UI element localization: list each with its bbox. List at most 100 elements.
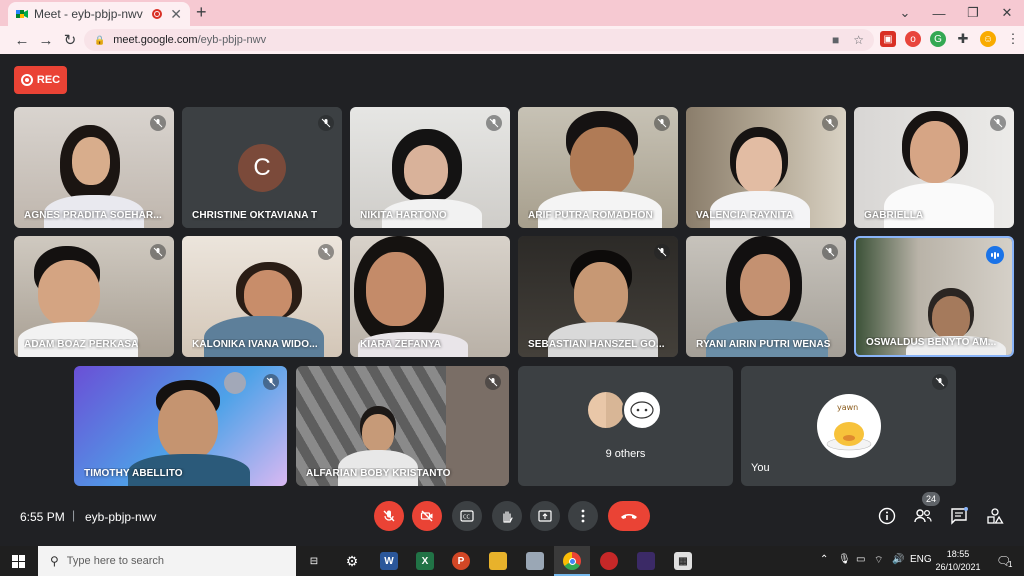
participant-count-badge: 24	[922, 492, 940, 506]
avatar: yawn	[817, 394, 881, 458]
svg-text:CC: CC	[463, 515, 470, 521]
screen-recorder-app-icon[interactable]	[600, 552, 618, 570]
powerpoint-app-icon[interactable]: P	[452, 552, 470, 570]
new-tab-button[interactable]: +	[196, 2, 207, 23]
participant-tile[interactable]: C CHRISTINE OKTAVIANA T	[182, 107, 342, 228]
participant-name: VALENCIA RAYNITA	[696, 210, 794, 221]
more-options-button[interactable]	[568, 501, 598, 531]
camera-toggle-button[interactable]	[412, 501, 442, 531]
taskbar-clock[interactable]: 18:55 26/10/2021	[928, 548, 988, 574]
activities-button[interactable]	[985, 506, 1005, 526]
leave-call-button[interactable]	[608, 501, 650, 531]
extension-grammarly-icon[interactable]: G	[930, 31, 946, 47]
meet-control-bar: 6:55 PM | eyb-pbjp-nwv CC 24	[0, 492, 1024, 544]
participant-tile[interactable]: GABRIELLA	[854, 107, 1014, 228]
meeting-details-button[interactable]	[877, 506, 897, 526]
avatar	[622, 390, 662, 430]
mic-off-icon	[990, 115, 1006, 131]
word-app-icon[interactable]: W	[380, 552, 398, 570]
participant-tile[interactable]: ARIF PUTRA ROMADHON	[518, 107, 678, 228]
participant-tile[interactable]: NIKITA HARTONO	[350, 107, 510, 228]
windows-start-icon[interactable]	[12, 555, 25, 568]
gudetama-icon: yawn	[826, 403, 872, 451]
captions-button[interactable]: CC	[452, 501, 482, 531]
others-tile[interactable]: 9 others	[518, 366, 733, 486]
reload-button[interactable]: ↻	[58, 31, 82, 49]
browser-tab-strip: Meet - eyb-pbjp-nwv ✕ + ⌄ — ❐ ✕	[0, 0, 1024, 26]
participant-name: ARIF PUTRA ROMADHON	[528, 210, 653, 221]
present-icon	[538, 510, 552, 522]
tab-search-icon[interactable]: ⌄	[888, 5, 922, 21]
captions-icon: CC	[460, 510, 474, 522]
media-app-icon[interactable]	[637, 552, 655, 570]
mic-off-icon	[654, 244, 670, 260]
participant-tile[interactable]: VALENCIA RAYNITA	[686, 107, 846, 228]
forward-button[interactable]: →	[34, 32, 58, 49]
participant-tile[interactable]: AGNES PRADITA SOEHAR...	[14, 107, 174, 228]
info-icon	[878, 507, 896, 525]
participant-tile[interactable]: ADAM BOAZ PERKASA	[14, 236, 174, 357]
task-view-icon[interactable]: ⊟	[305, 552, 323, 570]
microphone-tray-icon[interactable]: 🎙	[838, 554, 851, 565]
meet-favicon-icon	[16, 10, 28, 18]
raise-hand-button[interactable]	[492, 501, 522, 531]
tab-title: Meet - eyb-pbjp-nwv	[34, 7, 143, 21]
file-explorer-icon[interactable]	[489, 552, 507, 570]
participant-tile-active-speaker[interactable]: OSWALDUS BENYTO AM...	[854, 236, 1014, 357]
participant-tile[interactable]: KIARA ZEFANYA	[350, 236, 510, 357]
speaking-indicator-icon	[986, 246, 1004, 264]
separator: |	[72, 508, 76, 522]
battery-icon[interactable]: ▭	[856, 554, 865, 565]
participant-tile[interactable]: ALFARIAN BOBY KRISTANTO	[296, 366, 509, 486]
mic-off-icon	[263, 374, 279, 390]
mic-off-icon	[822, 244, 838, 260]
mic-off-icon	[822, 115, 838, 131]
volume-icon[interactable]: 🔊	[892, 554, 904, 565]
others-count-label: 9 others	[605, 448, 646, 460]
minimize-button[interactable]: —	[922, 6, 956, 21]
microphone-toggle-button[interactable]	[374, 501, 404, 531]
mic-off-icon	[318, 244, 334, 260]
present-screen-button[interactable]	[530, 501, 560, 531]
extension-opera-icon[interactable]: o	[905, 31, 921, 47]
chrome-menu-icon[interactable]: ⋮	[1005, 31, 1021, 47]
search-icon: ⚲	[50, 554, 59, 568]
profile-avatar[interactable]: ☺	[980, 31, 996, 47]
meeting-code: eyb-pbjp-nwv	[85, 510, 157, 524]
mic-off-icon	[932, 374, 948, 390]
close-tab-icon[interactable]: ✕	[170, 6, 182, 23]
chat-button[interactable]	[949, 506, 969, 526]
people-button[interactable]	[913, 506, 933, 526]
meeting-time: 6:55 PM	[20, 510, 65, 524]
extension-red-icon[interactable]: ▣	[880, 31, 896, 47]
browser-tab[interactable]: Meet - eyb-pbjp-nwv ✕	[8, 2, 190, 26]
app-icon[interactable]: ▦	[674, 552, 692, 570]
bookmark-star-icon[interactable]: ☆	[853, 33, 864, 47]
url-path: /eyb-pbjp-nwv	[197, 34, 267, 46]
photos-app-icon[interactable]	[526, 552, 544, 570]
windows-taskbar: ⚲ Type here to search ⊟ ⚙ W X P ▦ ⌃ 🎙 ▭ …	[0, 546, 1024, 576]
participant-tile[interactable]: SEBASTIAN HANSZEL GO...	[518, 236, 678, 357]
chrome-app-icon[interactable]	[563, 552, 581, 570]
wifi-icon[interactable]: ⌔	[874, 554, 883, 567]
notification-count: 1	[1008, 560, 1013, 569]
participant-tile[interactable]: TIMOTHY ABELLITO	[74, 366, 287, 486]
participant-tile[interactable]: KALONIKA IVANA WIDO...	[182, 236, 342, 357]
participant-name: KIARA ZEFANYA	[360, 339, 442, 350]
close-window-button[interactable]: ✕	[990, 5, 1024, 21]
address-bar[interactable]: 🔒 meet.google.com/eyb-pbjp-nwv ■ ☆	[84, 29, 874, 51]
extensions-puzzle-icon[interactable]: ✚	[955, 31, 971, 47]
restore-button[interactable]: ❐	[956, 5, 990, 21]
participant-tile[interactable]: RYANI AIRIN PUTRI WENAS	[686, 236, 846, 357]
lock-icon[interactable]: 🔒	[94, 35, 105, 46]
taskbar-search-box[interactable]: ⚲ Type here to search	[38, 546, 296, 576]
excel-app-icon[interactable]: X	[416, 552, 434, 570]
recording-badge[interactable]: REC	[14, 66, 67, 94]
participant-name: OSWALDUS BENYTO AM...	[866, 337, 997, 348]
settings-gear-icon[interactable]: ⚙	[343, 552, 361, 570]
show-hidden-icons-icon[interactable]: ⌃	[820, 554, 828, 565]
clock-time: 18:55	[946, 549, 970, 559]
back-button[interactable]: ←	[10, 32, 34, 49]
self-tile[interactable]: yawn You	[741, 366, 956, 486]
camera-in-use-icon[interactable]: ■	[832, 33, 839, 47]
